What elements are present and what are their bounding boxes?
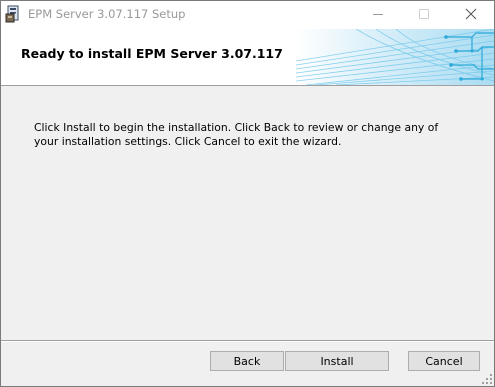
- window-title: EPM Server 3.07.117 Setup: [28, 7, 186, 21]
- installer-icon: [5, 5, 23, 23]
- close-button[interactable]: [448, 1, 494, 29]
- install-button[interactable]: Install: [285, 351, 389, 371]
- resize-grip-icon[interactable]: [481, 373, 493, 385]
- maximize-icon: [418, 8, 430, 23]
- maximize-button[interactable]: [401, 1, 447, 29]
- minimize-button[interactable]: [355, 1, 401, 29]
- setup-window: EPM Server 3.07.117 Setup Ready to insta…: [0, 0, 495, 387]
- close-icon: [465, 8, 477, 23]
- install-instructions: Click Install to begin the installation.…: [34, 121, 439, 148]
- cancel-button[interactable]: Cancel: [408, 351, 480, 371]
- wizard-header: Ready to install EPM Server 3.07.117: [1, 28, 494, 86]
- circuit-banner-image: [295, 28, 494, 86]
- footer-divider: [1, 340, 494, 342]
- title-bar[interactable]: EPM Server 3.07.117 Setup: [1, 1, 494, 29]
- back-button[interactable]: Back: [210, 351, 284, 371]
- minimize-icon: [372, 8, 384, 23]
- page-title: Ready to install EPM Server 3.07.117: [21, 46, 283, 61]
